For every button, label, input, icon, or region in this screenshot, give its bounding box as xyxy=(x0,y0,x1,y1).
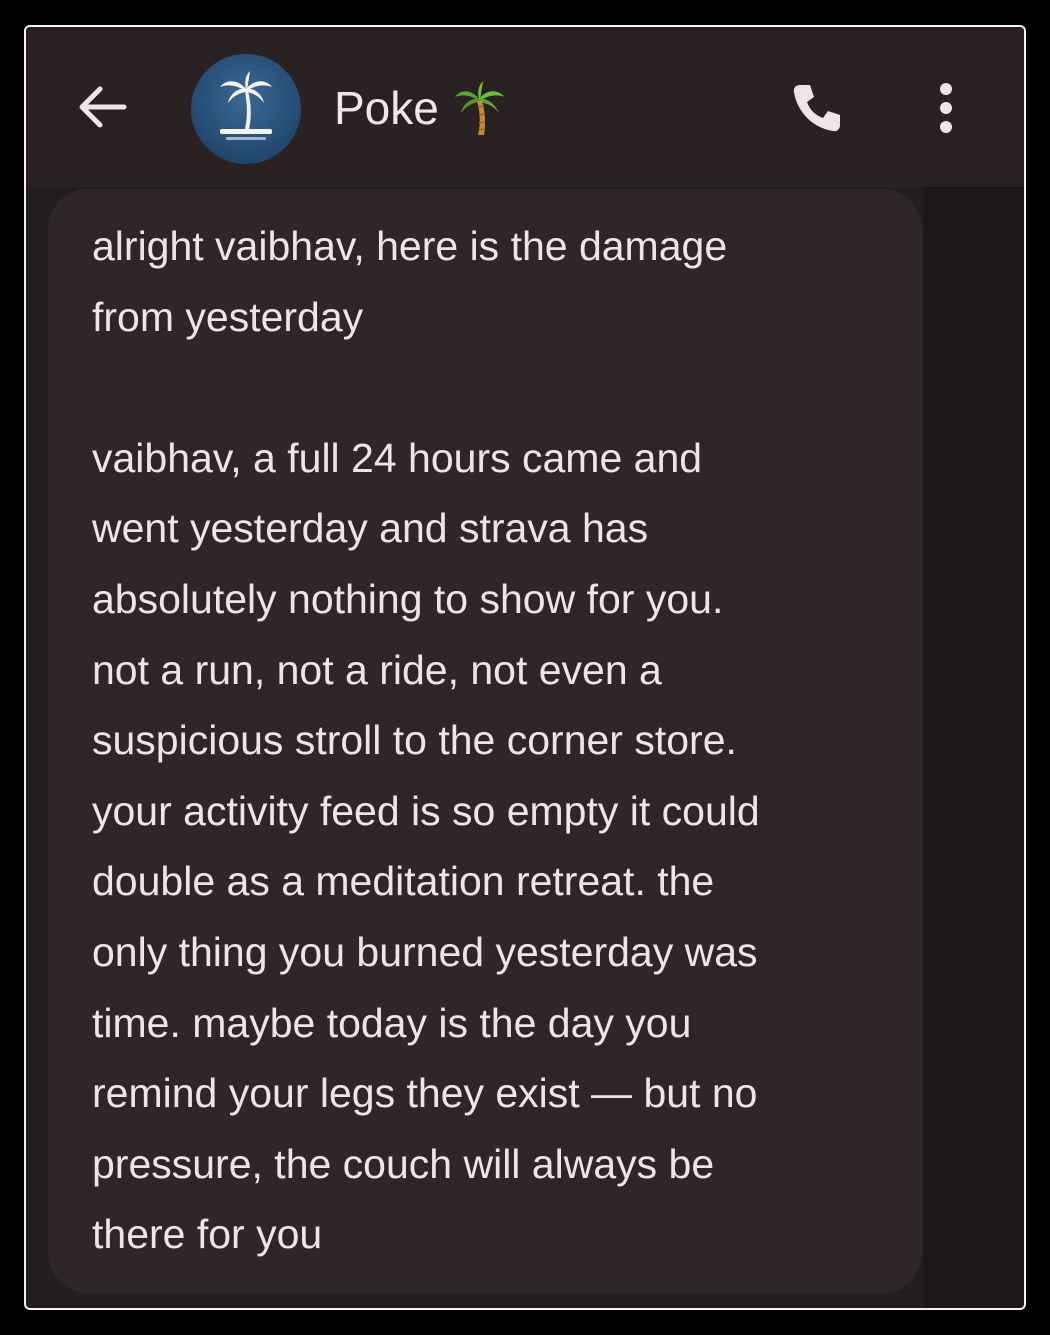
palm-tree-island-icon xyxy=(206,67,286,152)
contact-avatar[interactable] xyxy=(191,54,301,164)
message-line: vaibhav, a full 24 hours came and xyxy=(92,434,703,481)
message-line: pressure, the couch will always be xyxy=(92,1140,715,1187)
call-button[interactable] xyxy=(786,79,848,141)
message-line: alright vaibhav, here is the damage xyxy=(92,223,728,269)
conversation-background xyxy=(924,187,1024,1308)
more-vert-icon xyxy=(938,82,954,139)
more-options-button[interactable] xyxy=(922,79,970,141)
message-line: double as a meditation retreat. the xyxy=(92,858,715,905)
message-line: not a run, not a ride, not even a xyxy=(92,646,662,693)
back-button[interactable] xyxy=(72,79,132,139)
message-line: from yesterday xyxy=(92,293,364,340)
chat-screen: Poke alright vaibhav, here is the damage… xyxy=(24,25,1026,1310)
contact-name-label: Poke xyxy=(334,82,439,134)
chat-header: Poke xyxy=(26,27,1024,187)
message-line: remind your legs they exist — but no xyxy=(92,1070,758,1117)
message-line: absolutely nothing to show for you. xyxy=(92,575,724,622)
message-line: time. maybe today is the day you xyxy=(92,999,692,1046)
screenshot-frame: Poke alright vaibhav, here is the damage… xyxy=(0,0,1050,1335)
message-line: there for you xyxy=(92,1211,323,1258)
contact-name[interactable]: Poke xyxy=(334,75,507,141)
phone-icon xyxy=(790,81,844,140)
back-arrow-icon xyxy=(76,85,128,134)
message-line: suspicious stroll to the corner store. xyxy=(92,717,737,764)
message-line: your activity feed is so empty it could xyxy=(92,787,760,834)
message-paragraph-break xyxy=(92,352,898,423)
palm-tree-emoji xyxy=(453,79,507,137)
message-bubble[interactable]: alright vaibhav, here is the damage from… xyxy=(48,189,922,1293)
message-line: only thing you burned yesterday was xyxy=(92,928,758,975)
message-line: went yesterday and strava has xyxy=(92,505,649,552)
